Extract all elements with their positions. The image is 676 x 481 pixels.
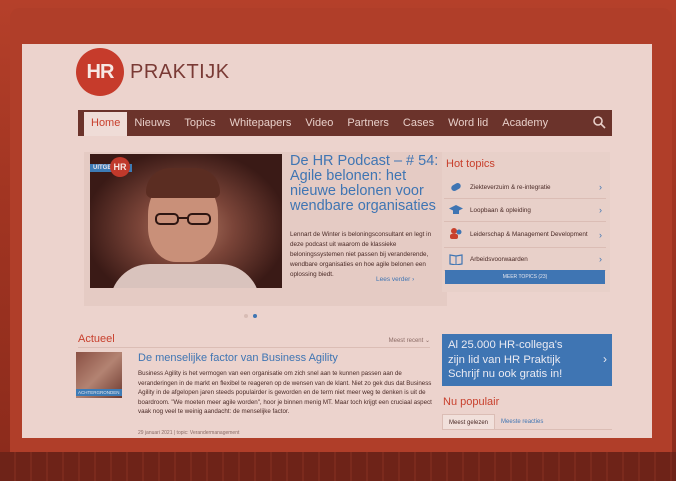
people-icon — [450, 228, 462, 239]
slider-dot[interactable] — [244, 314, 248, 318]
membership-promo[interactable]: Al 25.000 HR-collega's zijn lid van HR P… — [442, 334, 612, 386]
featured-description: Lennart de Winter is beloningsconsultant… — [290, 231, 432, 278]
chevron-right-icon: › — [599, 205, 602, 215]
article-thumbnail[interactable]: ACHTERGRONDEN — [76, 352, 122, 398]
nav-item-word-lid[interactable]: Word lid — [441, 110, 495, 136]
chevron-right-icon: › — [599, 229, 602, 240]
keyboard-edge — [0, 452, 676, 481]
hot-topic-label: Arbeidsvoorwaarden — [470, 255, 528, 263]
popular-tabs: Meest gelezen Meeste reacties — [442, 414, 612, 430]
promo-line-2: zijn lid van HR Praktijk — [448, 353, 561, 366]
sort-dropdown[interactable]: Meest recent ⌄ — [389, 337, 430, 344]
actueel-header: Actueel Meest recent ⌄ — [78, 333, 430, 348]
hot-topic-leiderschap[interactable]: Leiderschap & Management Development › — [444, 222, 606, 248]
promo-line-3: Schrijf nu ook gratis in! — [448, 368, 563, 380]
nav-item-home[interactable]: Home — [84, 112, 128, 136]
slider-dot-active[interactable] — [253, 314, 257, 318]
article-title[interactable]: De menselijke factor van Business Agilit… — [138, 352, 338, 364]
book-icon — [449, 254, 463, 265]
browser-viewport: HR PRAKTIJK Home Nieuws Topics Whitepape… — [22, 44, 652, 438]
hot-topic-label: Ziekteverzuim & re-integratie — [470, 183, 551, 191]
actueel-title: Actueel — [78, 333, 115, 345]
glasses-shape — [155, 213, 211, 225]
hot-topic-label: Loopbaan & opleiding — [470, 206, 531, 214]
hot-topic-arbeidsvoorwaarden[interactable]: Arbeidsvoorwaarden › — [444, 248, 606, 271]
main-nav: Home Nieuws Topics Whitepapers Video Par… — [78, 110, 612, 136]
more-topics-button[interactable]: MEER TOPICS (23) — [445, 270, 605, 284]
logo-mark: HR — [76, 48, 124, 96]
search-icon[interactable] — [592, 115, 606, 129]
hot-topic-label: Leiderschap & Management Development — [470, 231, 588, 238]
hot-topics-panel: Hot topics Ziekteverzuim & re-integratie… — [442, 152, 610, 292]
site-logo[interactable]: HR PRAKTIJK — [76, 48, 230, 96]
nav-item-cases[interactable]: Cases — [396, 110, 441, 136]
article-tag: ACHTERGRONDEN — [76, 389, 122, 396]
logo-text: PRAKTIJK — [130, 60, 230, 83]
featured-title[interactable]: De HR Podcast – # 54: Agile belonen: het… — [290, 154, 440, 214]
slider-dots — [244, 314, 257, 318]
promo-line-1: Al 25.000 HR-collega's — [448, 339, 563, 351]
nav-item-whitepapers[interactable]: Whitepapers — [223, 110, 299, 136]
nav-item-nieuws[interactable]: Nieuws — [127, 110, 177, 136]
badge-logo: HR — [110, 157, 130, 177]
featured-slider: UITGELICHT HR De HR Podcast – # 54: Agil… — [84, 152, 447, 306]
hot-topic-loopbaan[interactable]: Loopbaan & opleiding › — [444, 199, 606, 222]
article-excerpt: Business Agility is het vermogen van een… — [138, 370, 432, 416]
chevron-right-icon: › — [603, 352, 607, 366]
article-meta: 29 januari 2021 | topic: Verandermanagem… — [138, 430, 240, 436]
read-more-link[interactable]: Lees verder › — [376, 276, 414, 283]
hot-topic-ziekteverzuim[interactable]: Ziekteverzuim & re-integratie › — [444, 176, 606, 199]
sort-label: Meest recent — [388, 338, 424, 344]
nav-item-partners[interactable]: Partners — [340, 110, 396, 136]
nav-item-topics[interactable]: Topics — [177, 110, 222, 136]
popular-title: Nu populair — [443, 396, 500, 408]
nav-item-video[interactable]: Video — [298, 110, 340, 136]
hot-topics-title: Hot topics — [446, 158, 495, 170]
tab-meeste-reacties[interactable]: Meeste reacties — [495, 414, 549, 429]
chevron-down-icon: ⌄ — [424, 338, 430, 344]
chevron-right-icon: › — [599, 182, 602, 192]
featured-image[interactable]: UITGELICHT HR — [90, 154, 282, 288]
tab-meest-gelezen[interactable]: Meest gelezen — [442, 414, 496, 429]
hot-topics-list: Ziekteverzuim & re-integratie › Loopbaan… — [444, 176, 606, 271]
nav-item-academy[interactable]: Academy — [495, 110, 555, 136]
chevron-right-icon: › — [599, 254, 602, 264]
graduation-cap-icon — [449, 205, 463, 214]
person-shoulders — [110, 264, 260, 288]
bandage-icon — [451, 183, 461, 191]
person-hair — [146, 168, 220, 198]
